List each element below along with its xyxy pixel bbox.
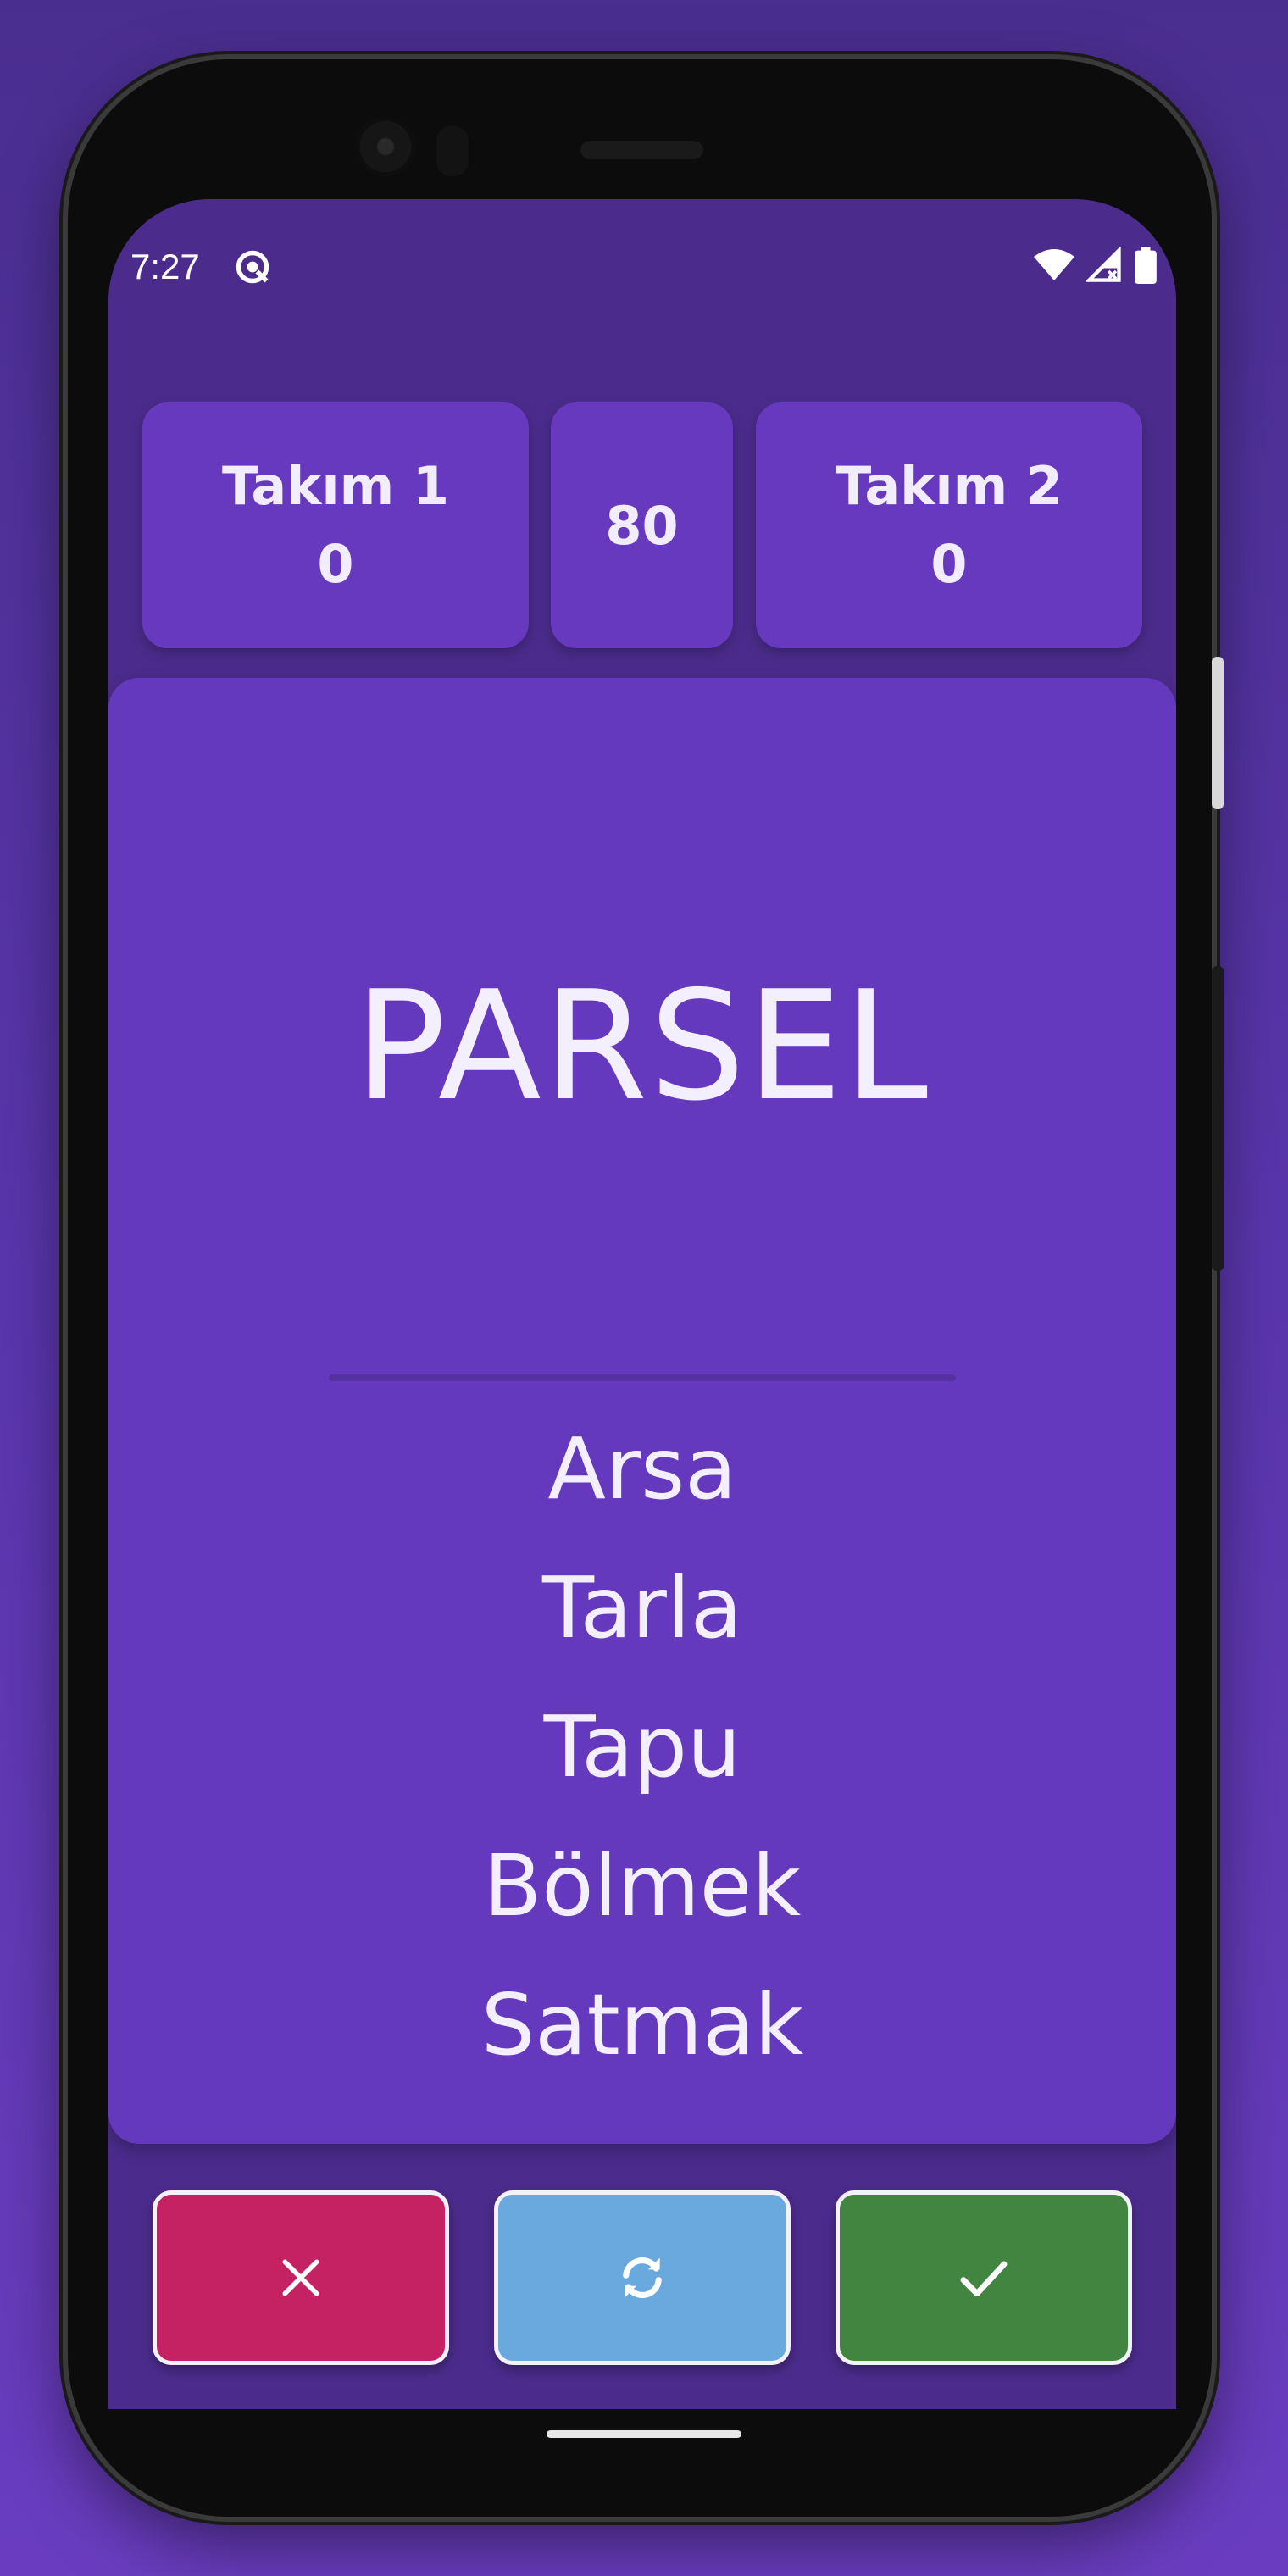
forbidden-word: Satmak	[480, 1975, 804, 2074]
check-icon	[960, 2261, 1008, 2297]
forbidden-word: Arsa	[547, 1419, 737, 1518]
correct-button[interactable]	[836, 2190, 1132, 2365]
team2-score: 0	[930, 533, 968, 595]
status-time: 7:27	[130, 247, 200, 286]
scoreboard: Takım 1 0 80 Takım 2 0	[142, 402, 1142, 648]
team1-card: Takım 1 0	[142, 402, 529, 648]
close-icon	[282, 2259, 319, 2296]
forbidden-words: Arsa Tarla Tapu Bölmek Satmak	[108, 1400, 1176, 2095]
team1-score: 0	[317, 533, 354, 595]
word-divider	[329, 1374, 956, 1381]
earpiece-speaker	[580, 141, 703, 159]
action-bar	[108, 2190, 1176, 2368]
forbidden-word: Tapu	[543, 1697, 741, 1796]
home-indicator[interactable]	[547, 2430, 741, 2438]
auto-rotate-icon	[236, 250, 269, 284]
team2-name: Takım 2	[836, 455, 1063, 517]
pass-button[interactable]	[153, 2190, 449, 2365]
wifi-icon	[1034, 249, 1074, 280]
timer-value: 80	[605, 494, 679, 557]
team2-card: Takım 2 0	[756, 402, 1142, 648]
skip-button[interactable]	[494, 2190, 791, 2365]
status-icons	[1034, 247, 1158, 284]
power-button	[1212, 657, 1224, 809]
volume-button	[1212, 966, 1224, 1271]
team1-name: Takım 1	[222, 455, 449, 517]
app-screen: 7:27 Takım 1 0 80 Takım 2 0 PARSEL Arsa …	[108, 199, 1176, 2409]
word-card: PARSEL Arsa Tarla Tapu Bölmek Satmak	[108, 678, 1176, 2144]
signal-icon	[1086, 247, 1121, 282]
battery-icon	[1135, 247, 1157, 284]
front-camera	[356, 117, 415, 176]
status-bar: 7:27	[108, 199, 1176, 335]
main-word: PARSEL	[354, 958, 930, 1134]
forbidden-word: Bölmek	[483, 1836, 802, 1935]
timer-card: 80	[551, 402, 733, 648]
forbidden-word: Tarla	[542, 1558, 742, 1657]
proximity-sensor	[436, 125, 469, 176]
refresh-icon	[623, 2257, 662, 2298]
